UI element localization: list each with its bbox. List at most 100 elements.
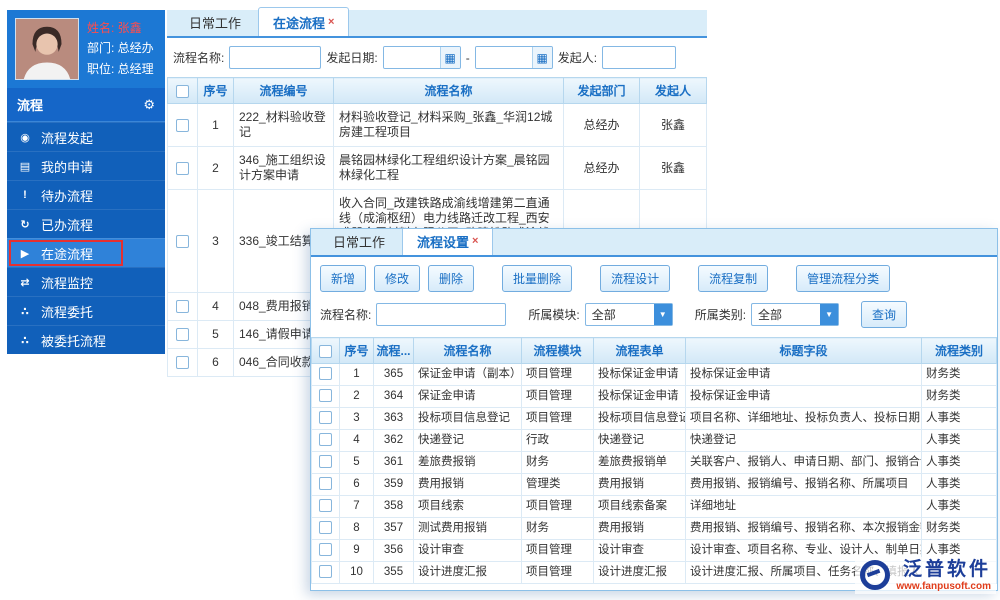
initiator-input[interactable]: [602, 46, 677, 69]
col-header-initiator: 发起人: [639, 77, 707, 104]
cell-module: 项目管理: [521, 539, 594, 562]
main-tabbar: 日常工作 在途流程 ×: [167, 7, 707, 38]
table-row[interactable]: 2 346_施工组织设计方案申请 晨铭园林绿化工程组织设计方案_晨铭园林绿化工程…: [167, 146, 707, 190]
sidebar-item-initiate[interactable]: ◉ 流程发起: [7, 122, 165, 151]
process-name-input[interactable]: [376, 303, 507, 326]
sidebar-item-pending[interactable]: ! 待办流程: [7, 180, 165, 209]
sidebar-menu: ◉ 流程发起 ▤ 我的申请 ! 待办流程 ↻ 已办流程 ▶ 在途流程 ⇄ 流程监…: [7, 122, 165, 354]
process-design-button[interactable]: 流程设计: [600, 265, 671, 292]
tab-daily-work[interactable]: 日常工作: [175, 8, 255, 36]
close-icon[interactable]: ×: [328, 16, 334, 28]
manage-category-button[interactable]: 管理流程分类: [796, 265, 891, 292]
row-checkbox[interactable]: [319, 543, 332, 557]
chevron-down-icon[interactable]: ▼: [653, 304, 672, 325]
edit-button[interactable]: 修改: [374, 265, 421, 292]
cell-name: 晨铭园林绿化工程组织设计方案_晨铭园林绿化工程: [333, 146, 564, 190]
row-checkbox[interactable]: [319, 389, 332, 403]
settings-filterbar: 流程名称: 所属模块: 全部 ▼ 所属类别: 全部 ▼ 查询: [311, 300, 997, 337]
col-header-dept: 发起部门: [563, 77, 640, 104]
calendar-icon[interactable]: ▦: [531, 47, 552, 68]
cell-category: 人事类: [921, 429, 997, 452]
broadcast-icon: ◉: [20, 131, 30, 144]
cell-code: 363: [373, 407, 414, 430]
sidebar-item-label: 流程监控: [41, 275, 94, 291]
row-checkbox[interactable]: [319, 367, 332, 381]
row-checkbox[interactable]: [176, 161, 189, 175]
sidebar-item-delegated[interactable]: ∴ 被委托流程: [7, 325, 165, 354]
tab-in-transit[interactable]: 在途流程 ×: [258, 7, 350, 36]
row-checkbox[interactable]: [176, 234, 189, 248]
row-checkbox[interactable]: [319, 565, 332, 579]
cell-category: 人事类: [921, 495, 997, 518]
row-checkbox[interactable]: [176, 118, 189, 132]
col-header-code: 流程编号: [233, 77, 334, 104]
row-checkbox[interactable]: [319, 411, 332, 425]
profile-department: 部门: 总经办: [87, 41, 154, 56]
module-select[interactable]: 全部 ▼: [584, 303, 673, 326]
close-icon[interactable]: ×: [472, 235, 478, 247]
cell-code: 359: [373, 473, 414, 496]
cell-code: 346_施工组织设计方案申请: [233, 146, 334, 190]
row-checkbox[interactable]: [319, 499, 332, 513]
date-from-input[interactable]: [383, 47, 440, 68]
sidebar-item-label: 流程发起: [41, 130, 94, 146]
row-checkbox[interactable]: [176, 356, 189, 370]
module-label: 所属模块:: [528, 308, 580, 322]
cell-serial: 1: [197, 103, 234, 147]
sidebar-item-delegate[interactable]: ∴ 流程委托: [7, 296, 165, 325]
process-settings-table: 序号 流程... 流程名称 流程模块 流程表单 标题字段 流程类别 1 365 …: [311, 337, 997, 584]
table-row[interactable]: 7 358 项目线索 项目管理 项目线索备案 详细地址 人事类: [311, 495, 997, 518]
cell-name: 设计进度汇报: [413, 561, 522, 584]
table-row[interactable]: 1 222_材料验收登记 材料验收登记_材料采购_张鑫_华润12城房建工程项目 …: [167, 103, 707, 147]
cell-code: 362: [373, 429, 414, 452]
table-row[interactable]: 3 363 投标项目信息登记 项目管理 投标项目信息登记 项目名称、详细地址、投…: [311, 407, 997, 430]
select-all-checkbox[interactable]: [319, 344, 332, 358]
row-checkbox[interactable]: [319, 433, 332, 447]
sidebar-item-my-applications[interactable]: ▤ 我的申请: [7, 151, 165, 180]
row-checkbox[interactable]: [176, 328, 189, 342]
table-row[interactable]: 5 361 差旅费报销 财务 差旅费报销单 关联客户、报销人、申请日期、部门、报…: [311, 451, 997, 474]
date-to-input[interactable]: [475, 47, 532, 68]
cell-dept: 总经办: [563, 103, 640, 147]
select-all-checkbox[interactable]: [176, 84, 189, 98]
row-checkbox[interactable]: [319, 455, 332, 469]
cell-code: 222_材料验收登记: [233, 103, 334, 147]
cell-initiator: 张鑫: [639, 146, 707, 190]
row-checkbox[interactable]: [319, 521, 332, 535]
tab-process-settings[interactable]: 流程设置 ×: [402, 229, 494, 255]
cell-serial: 5: [339, 451, 374, 474]
cell-serial: 3: [339, 407, 374, 430]
batch-delete-button[interactable]: 批量删除: [502, 265, 573, 292]
query-button[interactable]: 查询: [861, 301, 908, 328]
sidebar-item-in-transit[interactable]: ▶ 在途流程: [7, 238, 165, 267]
table-row[interactable]: 4 362 快递登记 行政 快递登记 快递登记 人事类: [311, 429, 997, 452]
calendar-icon[interactable]: ▦: [439, 47, 460, 68]
module-select-value: 全部: [591, 308, 616, 322]
cell-module: 项目管理: [521, 407, 594, 430]
row-checkbox[interactable]: [176, 300, 189, 314]
main-filterbar: 流程名称: 发起日期: ▦ - ▦ 发起人:: [167, 38, 707, 77]
category-select[interactable]: 全部 ▼: [751, 303, 840, 326]
start-date-label: 发起日期:: [326, 51, 378, 65]
sidebar-item-monitor[interactable]: ⇄ 流程监控: [7, 267, 165, 296]
table-row[interactable]: 8 357 测试费用报销 财务 费用报销 费用报销、报销编号、报销名称、本次报销…: [311, 517, 997, 540]
sidebar-item-completed[interactable]: ↻ 已办流程: [7, 209, 165, 238]
sidebar-item-label: 被委托流程: [41, 333, 107, 349]
sidebar-item-label: 我的申请: [41, 159, 94, 175]
add-button[interactable]: 新增: [320, 265, 367, 292]
sidebar-header: 流程 ⚙: [7, 88, 165, 122]
initiator-label: 发起人:: [557, 51, 598, 65]
process-name-label: 流程名称:: [173, 51, 225, 65]
chevron-down-icon[interactable]: ▼: [820, 304, 839, 325]
cell-title-fields: 项目名称、详细地址、投标负责人、投标日期: [685, 407, 922, 430]
row-checkbox[interactable]: [319, 477, 332, 491]
table-row[interactable]: 6 359 费用报销 管理类 费用报销 费用报销、报销编号、报销名称、所属项目 …: [311, 473, 997, 496]
process-name-input[interactable]: [229, 46, 322, 69]
gear-icon[interactable]: ⚙: [143, 97, 155, 113]
table-row[interactable]: 2 364 保证金申请 项目管理 投标保证金申请 投标保证金申请 财务类: [311, 385, 997, 408]
delete-button[interactable]: 删除: [428, 265, 475, 292]
cell-name: 差旅费报销: [413, 451, 522, 474]
process-copy-button[interactable]: 流程复制: [698, 265, 769, 292]
tab-daily-work[interactable]: 日常工作: [319, 229, 399, 255]
table-row[interactable]: 1 365 保证金申请（副本） 项目管理 投标保证金申请 投标保证金申请 财务类: [311, 363, 997, 386]
